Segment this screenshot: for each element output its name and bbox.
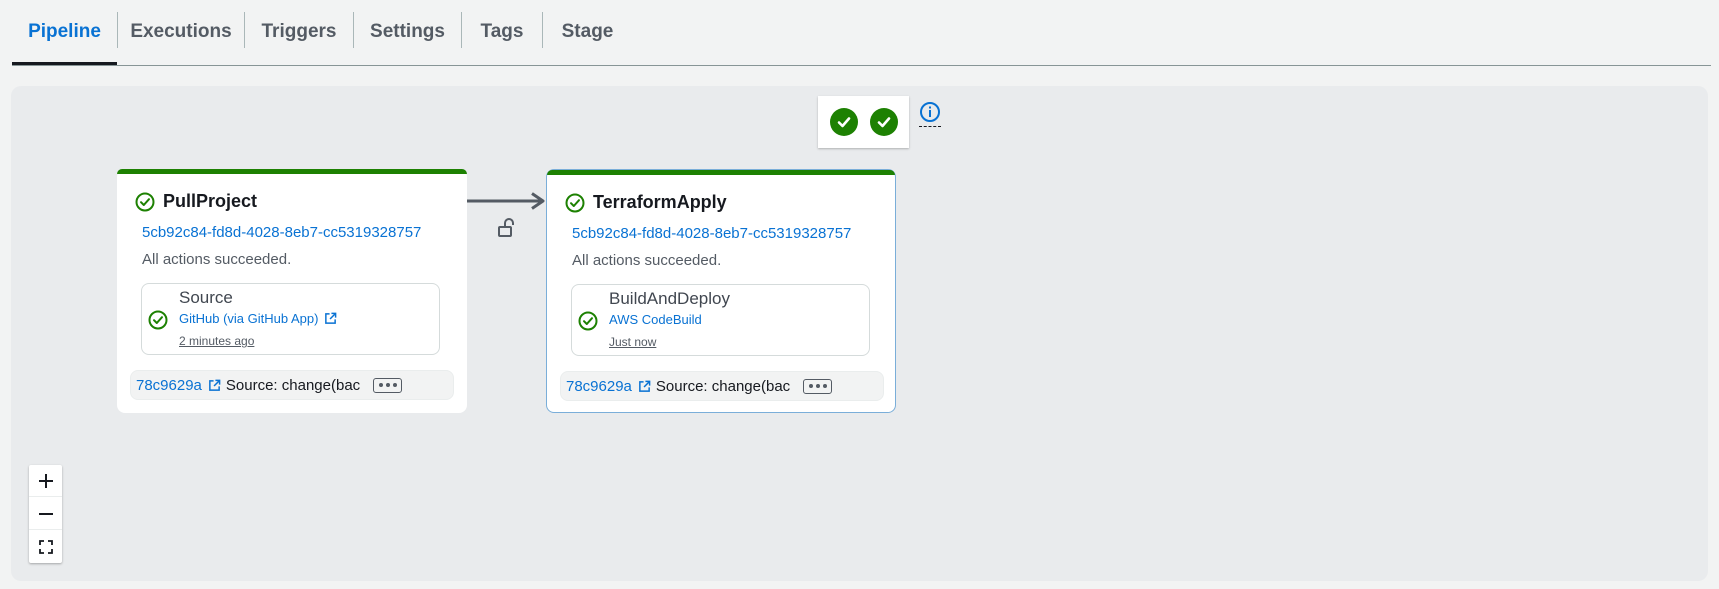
action-name: BuildAndDeploy bbox=[609, 289, 730, 308]
more-options-button[interactable] bbox=[373, 377, 403, 393]
stage-card-pullproject[interactable]: PullProject 5cb92c84-fd8d-4028-8eb7-cc53… bbox=[117, 169, 467, 413]
action-timestamp[interactable]: Just now bbox=[609, 335, 656, 349]
check-circle-icon bbox=[148, 310, 168, 330]
zoom-in-button[interactable] bbox=[29, 465, 62, 497]
zoom-controls bbox=[29, 465, 62, 563]
stage-name: PullProject bbox=[163, 191, 258, 211]
execution-id-link[interactable]: 5cb92c84-fd8d-4028-8eb7-cc5319328757 bbox=[142, 224, 421, 241]
check-circle-icon bbox=[135, 192, 155, 211]
action-card-buildanddeploy[interactable]: BuildAndDeploy AWS CodeBuild Just now bbox=[571, 284, 870, 356]
revision-link[interactable]: 78c9629a bbox=[566, 378, 651, 395]
revision-message: Source: change(bac bbox=[655, 377, 791, 395]
stage-status-message: All actions succeeded. bbox=[572, 252, 722, 269]
action-provider-link[interactable]: AWS CodeBuild bbox=[609, 312, 702, 327]
stage-status-bar bbox=[117, 169, 467, 174]
revision-link[interactable]: 78c9629a bbox=[136, 377, 221, 394]
revision-id: 78c9629a bbox=[566, 377, 632, 395]
action-timestamp[interactable]: 2 minutes ago bbox=[179, 334, 254, 348]
tab-tags[interactable]: Tags bbox=[462, 0, 542, 64]
revision-id: 78c9629a bbox=[136, 376, 202, 394]
unlock-icon[interactable] bbox=[497, 218, 515, 238]
info-underline bbox=[919, 126, 941, 127]
tab-pipeline[interactable]: Pipeline bbox=[12, 0, 117, 65]
tab-stage[interactable]: Stage bbox=[543, 0, 632, 64]
transition-arrow-icon bbox=[467, 192, 545, 210]
external-link-icon bbox=[639, 380, 651, 392]
action-name: Source bbox=[179, 288, 233, 307]
zoom-out-icon bbox=[38, 512, 53, 515]
zoom-out-button[interactable] bbox=[29, 498, 62, 530]
fit-view-button[interactable] bbox=[29, 531, 62, 563]
stage-card-terraformapply[interactable]: TerraformApply 5cb92c84-fd8d-4028-8eb7-c… bbox=[546, 169, 896, 413]
stage-title: TerraformApply bbox=[565, 192, 727, 213]
ellipsis-icon bbox=[378, 383, 383, 387]
check-circle-icon bbox=[565, 193, 585, 212]
stage-status-bar bbox=[547, 170, 895, 175]
tab-bar: Pipeline Executions Triggers Settings Ta… bbox=[12, 0, 1711, 66]
info-icon[interactable] bbox=[919, 101, 941, 127]
fit-view-icon bbox=[38, 540, 53, 554]
action-provider-label: AWS CodeBuild bbox=[609, 312, 702, 327]
action-provider-link[interactable]: GitHub (via GitHub App) bbox=[179, 311, 337, 326]
tab-triggers[interactable]: Triggers bbox=[245, 0, 353, 64]
stage-status-message: All actions succeeded. bbox=[142, 251, 292, 268]
action-card-source[interactable]: Source GitHub (via GitHub App) 2 minutes… bbox=[141, 283, 440, 355]
pipeline-status-summary bbox=[818, 96, 909, 148]
external-link-icon bbox=[325, 312, 337, 324]
stage-name: TerraformApply bbox=[593, 192, 727, 212]
revision-message: Source: change(bac bbox=[225, 376, 361, 394]
execution-id-link[interactable]: 5cb92c84-fd8d-4028-8eb7-cc5319328757 bbox=[572, 225, 851, 242]
stage-title: PullProject bbox=[135, 191, 257, 212]
source-revision: 78c9629a Source: change(bac bbox=[560, 371, 884, 401]
zoom-in-icon bbox=[38, 473, 53, 488]
check-circle-icon bbox=[869, 108, 898, 136]
ellipsis-icon bbox=[808, 384, 813, 388]
tab-executions[interactable]: Executions bbox=[118, 0, 244, 64]
external-link-icon bbox=[209, 379, 221, 391]
tab-settings[interactable]: Settings bbox=[354, 0, 461, 64]
check-circle-icon bbox=[578, 311, 598, 331]
action-provider-label: GitHub (via GitHub App) bbox=[179, 311, 319, 326]
source-revision: 78c9629a Source: change(bac bbox=[130, 370, 454, 400]
check-circle-icon bbox=[829, 108, 858, 136]
more-options-button[interactable] bbox=[803, 378, 833, 394]
